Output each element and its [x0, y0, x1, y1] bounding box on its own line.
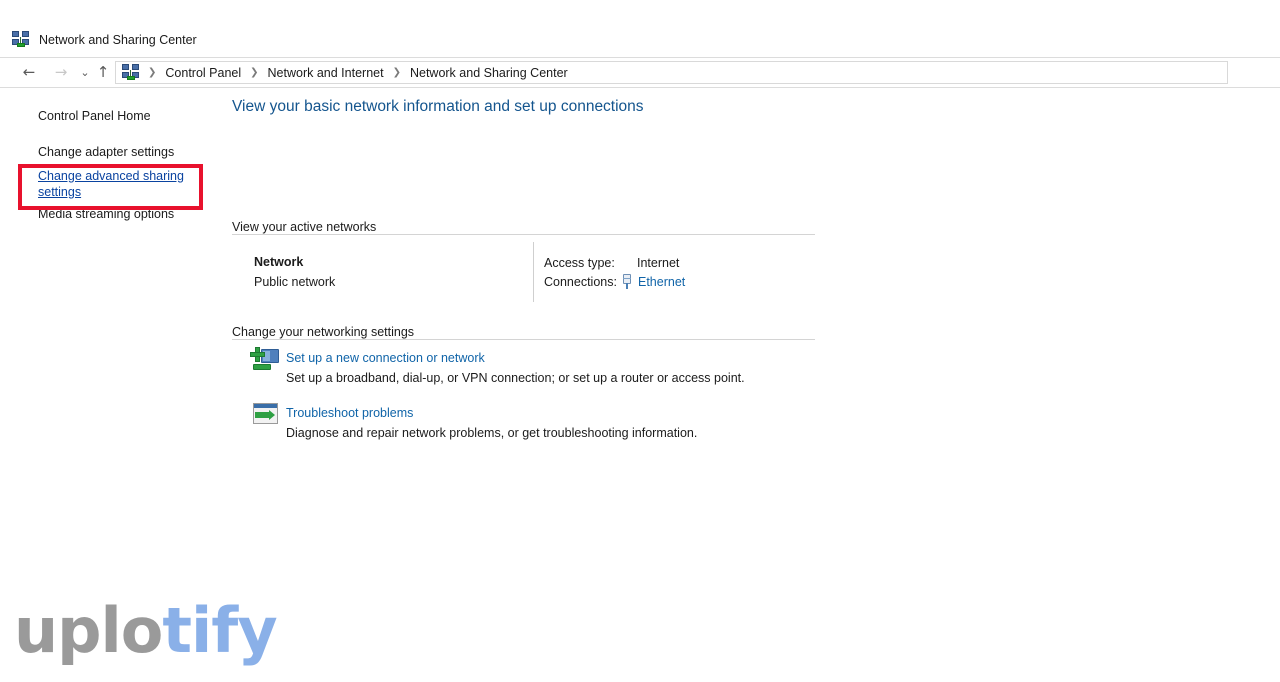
access-type-value: Internet: [637, 256, 680, 270]
connections-value-group: Ethernet: [622, 274, 685, 289]
up-one-level-button[interactable]: ↑: [92, 58, 114, 87]
access-type-label: Access type:: [544, 256, 615, 270]
networking-settings-group-label: Change your networking settings: [232, 325, 422, 339]
active-network-vertical-divider: [533, 242, 534, 302]
watermark-text-part-a: uplo: [14, 594, 163, 667]
breadcrumb-network-and-internet[interactable]: Network and Internet: [266, 66, 386, 80]
main-content-pane: View your basic network information and …: [228, 89, 1280, 682]
active-network-name: Network: [254, 255, 304, 269]
window-title: Network and Sharing Center: [39, 32, 197, 47]
connections-label: Connections:: [544, 275, 617, 289]
breadcrumb-network-and-sharing-center[interactable]: Network and Sharing Center: [408, 66, 570, 80]
forward-button[interactable]: →: [50, 58, 72, 87]
title-bar-content: Network and Sharing Center: [12, 31, 197, 48]
active-network-type: Public network: [254, 275, 336, 289]
sidebar-item-change-advanced-sharing-settings[interactable]: Change advanced sharing settings: [38, 168, 190, 200]
network-sharing-icon: [12, 31, 30, 48]
breadcrumb-separator-icon: ❯: [148, 67, 157, 78]
ethernet-plug-icon: [622, 274, 632, 289]
set-up-new-connection-description: Set up a broadband, dial-up, or VPN conn…: [286, 371, 745, 385]
address-bar-network-sharing-icon: [122, 64, 140, 81]
troubleshoot-problems-description: Diagnose and repair network problems, or…: [286, 426, 698, 440]
breadcrumb-separator-icon: ❯: [392, 67, 401, 78]
window-title-bar: Network and Sharing Center: [0, 0, 1280, 58]
troubleshoot-problems-link[interactable]: Troubleshoot problems: [286, 406, 413, 420]
new-connection-icon: [250, 347, 282, 377]
active-networks-group-label: View your active networks: [232, 220, 384, 234]
address-bar[interactable]: ❯ Control Panel ❯ Network and Internet ❯…: [115, 61, 1228, 84]
ethernet-link[interactable]: Ethernet: [638, 275, 685, 289]
uplotify-watermark: uplotify: [14, 600, 278, 662]
networking-settings-divider: [232, 339, 815, 340]
active-networks-divider: [232, 234, 815, 235]
sidebar-item-control-panel-home[interactable]: Control Panel Home: [38, 108, 151, 124]
troubleshoot-icon: [250, 402, 282, 432]
watermark-text-part-b: tify: [162, 594, 277, 667]
navigation-bar: ← → ⌄ ↑ ❯ Control Panel ❯ Network and In…: [0, 58, 1280, 88]
breadcrumb-control-panel[interactable]: Control Panel: [163, 66, 243, 80]
set-up-new-connection-link[interactable]: Set up a new connection or network: [286, 351, 485, 365]
back-button[interactable]: ←: [18, 58, 40, 87]
page-title: View your basic network information and …: [232, 98, 644, 115]
sidebar-item-change-adapter-settings[interactable]: Change adapter settings: [38, 144, 174, 160]
breadcrumb-separator-icon: ❯: [250, 67, 259, 78]
